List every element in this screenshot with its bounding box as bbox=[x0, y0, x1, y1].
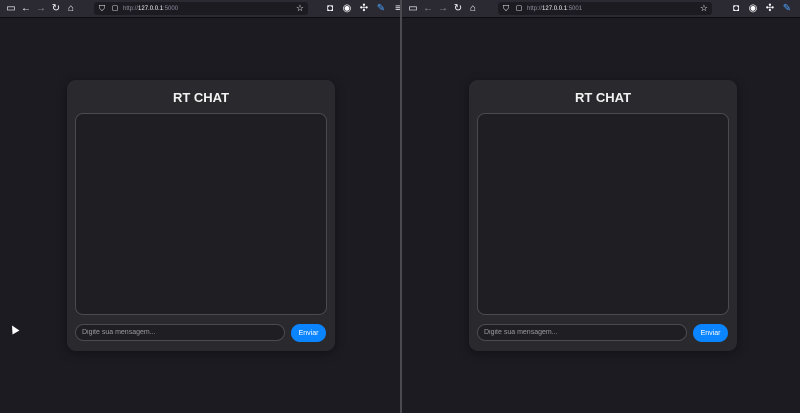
send-button[interactable]: Enviar bbox=[693, 324, 728, 342]
pocket-icon[interactable]: ◘ bbox=[322, 1, 338, 17]
account-icon[interactable]: ◉ bbox=[745, 1, 761, 17]
browser-toolbar: ▭ ← → ↻ ⌂ ⛉ ▢ http://127.0.0.1:5001 ☆ ◘ … bbox=[402, 0, 800, 18]
toolbar-right-icons: ◘ ◉ ✣ ✎ ≡ bbox=[728, 1, 800, 17]
sidebar-icon[interactable]: ▭ bbox=[405, 1, 421, 17]
chat-title: RT CHAT bbox=[172, 90, 230, 105]
forward-icon[interactable]: → bbox=[435, 1, 451, 17]
browser-window-left: ▭ ← → ↻ ⌂ ⛉ ▢ http://127.0.0.1:5000 ☆ ◘ … bbox=[0, 0, 400, 413]
shield-icon[interactable]: ⛉ bbox=[498, 1, 514, 17]
back-icon[interactable]: ← bbox=[420, 1, 436, 17]
url-text: http://127.0.0.1:5001 bbox=[527, 5, 583, 12]
shield-icon[interactable]: ⛉ bbox=[94, 1, 110, 17]
url-bar[interactable]: ⛉ ▢ http://127.0.0.1:5001 ☆ bbox=[498, 2, 712, 15]
translate-icon[interactable]: ✎ bbox=[373, 1, 389, 17]
forward-icon[interactable]: → bbox=[33, 1, 49, 17]
menu-icon[interactable]: ≡ bbox=[796, 1, 800, 17]
account-icon[interactable]: ◉ bbox=[339, 1, 355, 17]
extensions-icon[interactable]: ✣ bbox=[762, 1, 778, 17]
extensions-icon[interactable]: ✣ bbox=[356, 1, 372, 17]
chat-card: RT CHAT Enviar bbox=[469, 80, 737, 351]
reload-icon[interactable]: ↻ bbox=[48, 1, 64, 17]
toolbar-right-icons: ◘ ◉ ✣ ✎ ≡ bbox=[322, 1, 400, 17]
mouse-cursor-icon bbox=[8, 323, 20, 335]
bookmark-star-icon[interactable]: ☆ bbox=[296, 3, 304, 14]
message-input[interactable] bbox=[477, 324, 687, 341]
browser-toolbar: ▭ ← → ↻ ⌂ ⛉ ▢ http://127.0.0.1:5000 ☆ ◘ … bbox=[0, 0, 400, 18]
translate-icon[interactable]: ✎ bbox=[779, 1, 795, 17]
menu-icon[interactable]: ≡ bbox=[390, 1, 400, 17]
back-icon[interactable]: ← bbox=[18, 1, 34, 17]
pocket-icon[interactable]: ◘ bbox=[728, 1, 744, 17]
send-button[interactable]: Enviar bbox=[291, 324, 326, 342]
messages-area[interactable] bbox=[477, 113, 729, 315]
url-bar[interactable]: ⛉ ▢ http://127.0.0.1:5000 ☆ bbox=[94, 2, 308, 15]
messages-area[interactable] bbox=[75, 113, 327, 315]
sidebar-icon[interactable]: ▭ bbox=[3, 1, 19, 17]
page-info-icon[interactable]: ▢ bbox=[514, 1, 524, 17]
home-icon[interactable]: ⌂ bbox=[63, 1, 79, 17]
page-info-icon[interactable]: ▢ bbox=[110, 1, 120, 17]
message-input[interactable] bbox=[75, 324, 285, 341]
home-icon[interactable]: ⌂ bbox=[465, 1, 481, 17]
reload-icon[interactable]: ↻ bbox=[450, 1, 466, 17]
chat-title: RT CHAT bbox=[574, 90, 632, 105]
browser-window-right: ▭ ← → ↻ ⌂ ⛉ ▢ http://127.0.0.1:5001 ☆ ◘ … bbox=[402, 0, 800, 413]
bookmark-star-icon[interactable]: ☆ bbox=[700, 3, 708, 14]
chat-card: RT CHAT Enviar bbox=[67, 80, 335, 351]
url-text: http://127.0.0.1:5000 bbox=[123, 5, 179, 12]
